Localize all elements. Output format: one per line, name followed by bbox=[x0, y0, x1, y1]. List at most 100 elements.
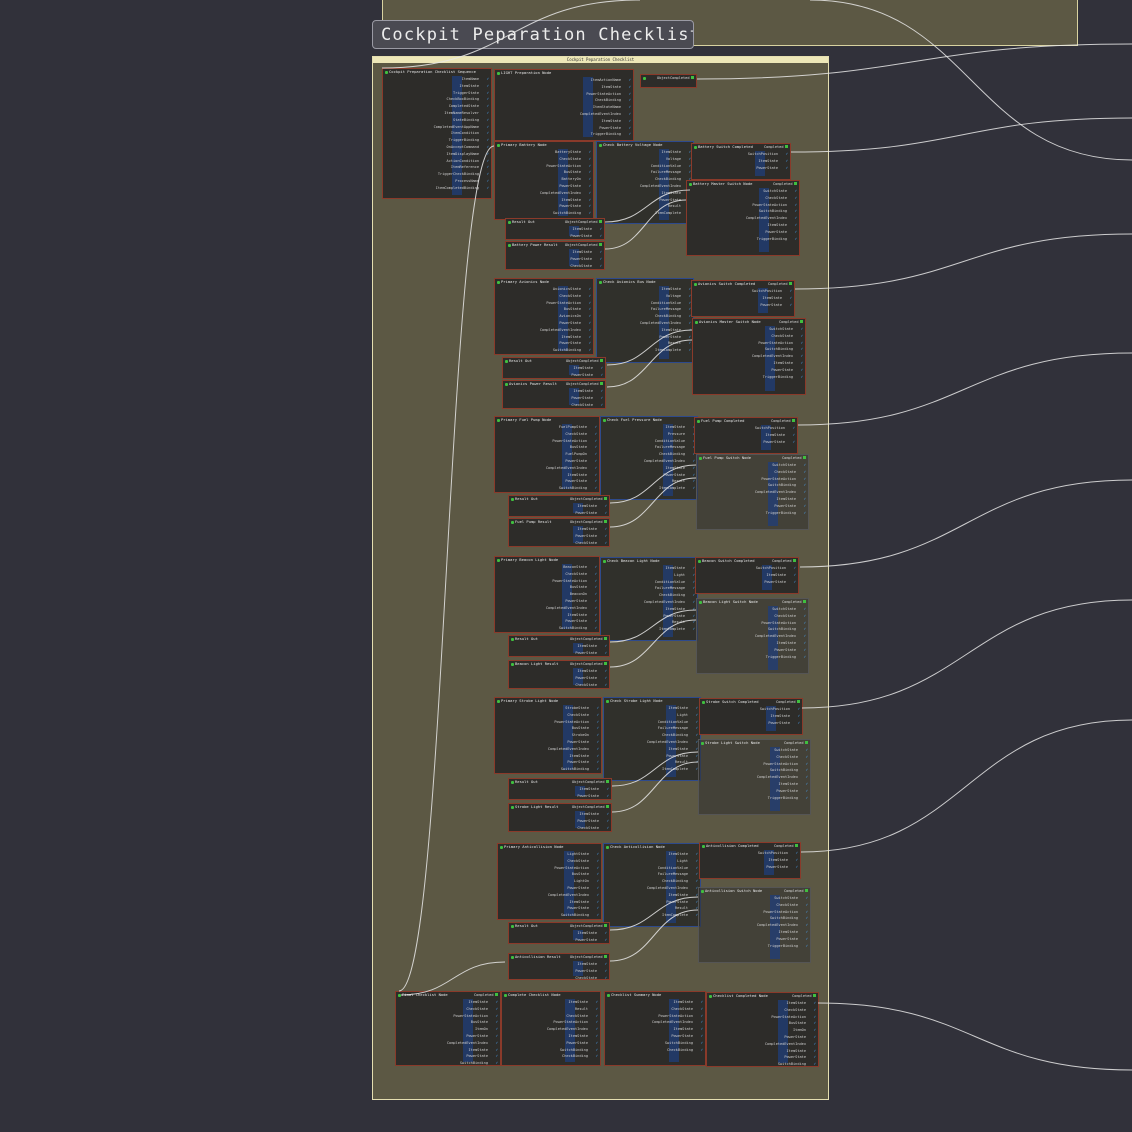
node-input-row[interactable]: ProcessName bbox=[383, 178, 491, 185]
node-input-row[interactable]: PowerState bbox=[506, 233, 604, 239]
output-pin[interactable]: ObjectCompleted bbox=[565, 220, 602, 225]
node-input-row[interactable]: ItemState bbox=[396, 1047, 500, 1054]
node-input-row[interactable]: ItemState bbox=[509, 811, 611, 818]
node-input-row[interactable]: CompletedEventIndex bbox=[597, 183, 693, 190]
output-pin[interactable]: ObjectCompleted bbox=[570, 924, 607, 929]
output-pin[interactable]: Completed bbox=[764, 145, 788, 150]
node-input-row[interactable]: CompletedEventIndex bbox=[697, 633, 808, 640]
node-input-row[interactable]: CompletedEventAppName bbox=[383, 124, 491, 131]
node-input-row[interactable]: PowerStateAction bbox=[697, 476, 808, 483]
node-input-row[interactable]: ItemState bbox=[509, 668, 609, 675]
node-input-row[interactable]: TriggerBinding bbox=[693, 374, 805, 381]
node-input-row[interactable]: SwitchBinding bbox=[687, 208, 799, 215]
node-input-row[interactable]: SwitchBinding bbox=[495, 625, 599, 632]
output-pin[interactable]: Completed bbox=[784, 889, 808, 894]
node-input-row[interactable]: PowerState bbox=[498, 885, 601, 892]
node-input-row[interactable]: ItemState bbox=[696, 572, 798, 579]
graph-node-g3c[interactable]: Fuel Pump Completed Completed SwitchPositi… bbox=[694, 417, 798, 454]
node-input-row[interactable]: TriggerBinding bbox=[697, 510, 808, 517]
node-input-row[interactable]: ItemState bbox=[597, 190, 693, 197]
node-input-row[interactable]: CompletedEventIndex bbox=[396, 1040, 500, 1047]
node-input-row[interactable]: PowerStateAction bbox=[687, 202, 799, 209]
node-input-row[interactable]: PowerStateAction bbox=[495, 163, 593, 170]
node-input-row[interactable]: ItemState bbox=[509, 503, 609, 510]
node-input-row[interactable]: CompletedEventIndex bbox=[693, 353, 805, 360]
node-input-row[interactable]: CompletedEventIndex bbox=[495, 605, 599, 612]
node-input-row[interactable]: ItemCondition bbox=[383, 130, 491, 137]
node-input-row[interactable]: PowerState bbox=[699, 788, 810, 795]
node-input-row[interactable]: CompletedEventIndex bbox=[495, 111, 633, 118]
node-input-row[interactable]: PowerStateAction bbox=[693, 340, 805, 347]
node-input-row[interactable]: ItemState bbox=[695, 432, 797, 439]
node-input-row[interactable]: ItemState bbox=[604, 851, 700, 858]
graph-node-g5d[interactable]: Strobe Light Switch Node Completed SwitchS… bbox=[698, 739, 811, 815]
node-input-row[interactable]: ConditionValue bbox=[604, 865, 700, 872]
node-input-row[interactable]: PowerState bbox=[506, 256, 604, 263]
node-input-row[interactable]: ItemState bbox=[700, 713, 802, 720]
node-input-row[interactable]: TriggerBinding bbox=[383, 137, 491, 144]
graph-node-g6d[interactable]: Anticollision Switch Node Completed Switch… bbox=[698, 887, 811, 963]
node-input-row[interactable]: Result bbox=[604, 905, 700, 912]
graph-node-g6c[interactable]: Anticollision Completed Completed SwitchPo… bbox=[699, 842, 801, 879]
output-pin[interactable]: ObjectCompleted bbox=[570, 662, 607, 667]
graph-node-g5b[interactable]: Check Strobe Light NodeItemStateLightCon… bbox=[603, 697, 701, 781]
node-input-row[interactable]: FuelPumpState bbox=[495, 424, 599, 431]
node-input-row[interactable]: SwitchBinding bbox=[495, 347, 593, 354]
graph-node-g6a[interactable]: Primary Anticollision NodeLightStateChec… bbox=[497, 843, 602, 920]
node-input-row[interactable]: PowerState bbox=[601, 472, 697, 479]
node-input-row[interactable]: BusState bbox=[498, 871, 601, 878]
node-input-row[interactable]: CheckBinding bbox=[601, 451, 697, 458]
node-input-row[interactable]: ItemComplete bbox=[604, 912, 700, 919]
node-input-row[interactable]: PowerState bbox=[509, 937, 609, 943]
node-input-row[interactable]: PowerState bbox=[700, 720, 802, 727]
node-input-row[interactable]: BusState bbox=[495, 444, 599, 451]
node-input-row[interactable]: ItemState bbox=[502, 1033, 600, 1040]
node-input-row[interactable]: Result bbox=[597, 203, 693, 210]
node-input-row[interactable]: CheckState bbox=[509, 682, 609, 688]
node-input-row[interactable]: ItemState bbox=[498, 899, 601, 906]
node-input-row[interactable]: TriggerBinding bbox=[699, 943, 810, 950]
node-input-row[interactable]: CheckState bbox=[699, 902, 810, 909]
graph-node-g3f[interactable]: Fuel Pump Result ObjectCompleted ItemState… bbox=[508, 518, 610, 547]
node-input-row[interactable]: FailureMessage bbox=[597, 169, 693, 176]
node-input-row[interactable]: ItemState bbox=[707, 1048, 818, 1055]
node-input-row[interactable]: PowerState bbox=[503, 395, 605, 402]
node-input-row[interactable]: CheckBoxBinding bbox=[383, 96, 491, 103]
node-input-row[interactable]: CheckState bbox=[502, 1013, 600, 1020]
node-input-row[interactable]: ItemState bbox=[509, 930, 609, 937]
node-input-row[interactable]: PowerState bbox=[498, 905, 601, 912]
node-input-row[interactable]: ItemState bbox=[687, 222, 799, 229]
node-input-row[interactable]: FailureMessage bbox=[604, 725, 700, 732]
node-input-row[interactable]: CompletedEventIndex bbox=[604, 739, 700, 746]
node-input-row[interactable]: BeaconState bbox=[495, 564, 599, 571]
graph-node-f2[interactable]: Complete Checklist NodeItemStateResultCh… bbox=[501, 991, 601, 1066]
node-input-row[interactable]: BusState bbox=[396, 1019, 500, 1026]
node-input-row[interactable]: PowerState bbox=[604, 753, 700, 760]
node-title[interactable]: Checklist Summary Node bbox=[605, 992, 705, 998]
graph-node-g5f[interactable]: Strobe Light Result ObjectCompleted ItemSt… bbox=[508, 803, 612, 832]
node-input-row[interactable]: PowerStateAction bbox=[495, 719, 601, 726]
node-input-row[interactable]: PowerState bbox=[696, 579, 798, 586]
output-pin[interactable]: Completed bbox=[768, 282, 792, 287]
node-input-row[interactable]: StateBinding bbox=[383, 117, 491, 124]
node-input-row[interactable]: PowerState bbox=[597, 334, 693, 341]
node-input-row[interactable]: SwitchBinding bbox=[495, 766, 601, 773]
node-input-row[interactable]: CheckState bbox=[687, 195, 799, 202]
node-input-row[interactable]: ItemComplete bbox=[604, 766, 700, 773]
node-title[interactable]: Primary Anticollision Node bbox=[498, 844, 601, 850]
graph-node-g5c[interactable]: Strobe Switch Completed Completed SwitchPo… bbox=[699, 698, 803, 735]
node-input-row[interactable]: BusState bbox=[495, 169, 593, 176]
node-input-row[interactable]: CheckState bbox=[498, 858, 601, 865]
node-input-row[interactable]: ItemState bbox=[692, 158, 790, 165]
node-input-row[interactable]: PowerState bbox=[692, 165, 790, 172]
node-input-row[interactable]: ItemState bbox=[396, 999, 500, 1006]
node-input-row[interactable]: SwitchBinding bbox=[498, 912, 601, 919]
graph-node-g4c[interactable]: Beacon Switch Completed Completed SwitchPo… bbox=[695, 557, 799, 594]
graph-node-g2a[interactable]: Primary Avionics NodeAvionicsStateCheckS… bbox=[494, 278, 594, 355]
node-input-row[interactable]: ItemState bbox=[601, 465, 697, 472]
node-input-row[interactable]: SwitchBinding bbox=[502, 1047, 600, 1054]
node-input-row[interactable]: TriggerBinding bbox=[697, 654, 808, 661]
node-input-row[interactable]: PowerState bbox=[707, 1034, 818, 1041]
output-pin[interactable]: Completed bbox=[773, 182, 797, 187]
node-input-row[interactable]: FailureMessage bbox=[604, 871, 700, 878]
